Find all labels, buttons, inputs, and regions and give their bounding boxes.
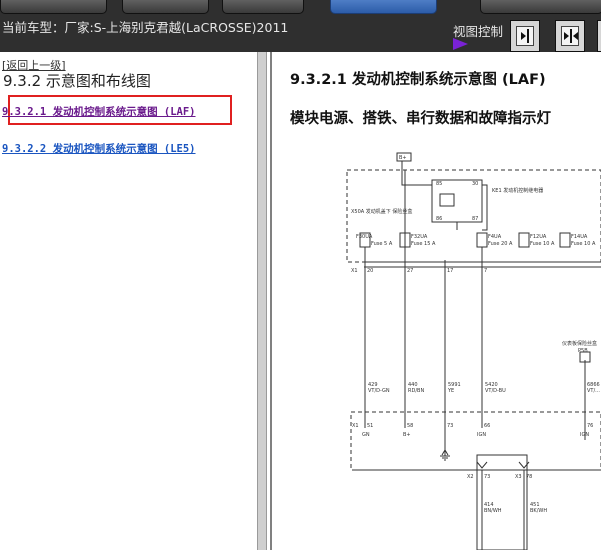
pane-splitter[interactable]	[257, 52, 267, 550]
wire-color: YE	[447, 388, 454, 394]
lower-connector: X2	[467, 474, 474, 480]
relay-pin-30: 30	[472, 181, 478, 187]
current-vehicle: 当前车型：厂家:S-上海别克君越(LaCROSSE)2011	[2, 20, 289, 35]
connector-pin: 27	[407, 268, 413, 274]
toolbar-tab-2[interactable]	[122, 0, 209, 14]
ecm-connector: X1	[352, 423, 359, 429]
fuse-spec: Fuse 5 A	[371, 241, 393, 247]
fuse-spec: Fuse 15 A	[411, 241, 436, 247]
lower-pin: 73	[484, 474, 490, 480]
toc-item-laf[interactable]: 9.3.2.1 发动机控制系统示意图 (LAF)	[2, 104, 196, 119]
fuse-spec: Fuse 10 A	[571, 241, 596, 247]
toc-panel	[0, 52, 258, 550]
arrow-right-bar-icon	[521, 29, 529, 43]
battery-label: B+	[399, 155, 407, 161]
toolbar-tab-active[interactable]	[330, 0, 437, 14]
relay-pin-87: 87	[472, 216, 478, 222]
right-pin-name: IGN	[580, 432, 589, 438]
lower-wire-color: BK/WH	[530, 508, 547, 514]
ecm-pin: 73	[447, 423, 453, 429]
view-extra-button[interactable]	[597, 20, 601, 52]
top-toolbar: 当前车型：厂家:S-上海别克君越(LaCROSSE)2011 视图控制	[0, 0, 601, 52]
fuse-name: F30UA	[356, 234, 373, 240]
lower-wire-color: BN/WH	[484, 508, 502, 514]
wire-color: RD/BN	[408, 388, 424, 394]
ecm-pin-name: IGN	[477, 432, 486, 438]
fuse-name: F14UA	[571, 234, 588, 240]
view-single-pane-button[interactable]	[510, 20, 540, 52]
connector-pin: 7	[484, 268, 487, 274]
fuse-block-label: X50A 发动机盖下 保险丝盒	[351, 208, 412, 215]
split-arrows-icon	[564, 29, 578, 43]
document-subtitle: 模块电源、搭铁、串行数据和故障指示灯	[290, 111, 551, 127]
toolbar-tab-5[interactable]	[480, 0, 601, 14]
relay-pin-86: 86	[436, 216, 442, 222]
fuse-name: F32UA	[411, 234, 428, 240]
toc-item-le5[interactable]: 9.3.2.2 发动机控制系统示意图 (LE5)	[2, 141, 196, 156]
connector-pin: 20	[367, 268, 373, 274]
lower-pin: 78	[526, 474, 532, 480]
play-icon[interactable]	[453, 38, 468, 50]
relay-pin-85: 85	[436, 181, 442, 187]
right-pin: 76	[587, 423, 593, 429]
ecm-pin-name: GN	[362, 432, 370, 438]
wiring-diagram: B+ 85 30 86 87 KE1 发动机控制继电器 X50A 发动机盖下 保…	[346, 152, 601, 550]
connector-label: X1	[351, 268, 358, 274]
document-title: 9.3.2.1 发动机控制系统示意图 (LAF)	[290, 72, 546, 88]
lower-pin: X3	[515, 474, 522, 480]
fuse-spec: Fuse 20 A	[488, 241, 513, 247]
view-split-pane-button[interactable]	[555, 20, 585, 52]
wire-color: VT/D-GN	[368, 388, 390, 394]
section-heading: 9.3.2 示意图和布线图	[3, 72, 151, 90]
fuse-name: F4UA	[488, 234, 502, 240]
fuse-spec: Fuse 10 A	[530, 241, 555, 247]
connector-pin: 17	[447, 268, 453, 274]
wire-color: VT/D-BU	[485, 388, 506, 394]
relay-label: KE1 发动机控制继电器	[492, 187, 543, 194]
ecm-outline	[350, 411, 601, 471]
relay-coil	[439, 193, 455, 207]
toolbar-tab-1[interactable]	[0, 0, 107, 14]
fuse-name: F12UA	[530, 234, 547, 240]
toolbar-tab-3[interactable]	[222, 0, 304, 14]
ecm-pin: 51	[367, 423, 373, 429]
right-connector-label: 仪表板保险丝盒	[562, 340, 597, 347]
right-connector: P5B	[578, 348, 588, 354]
ecm-pin-name: B+	[403, 432, 411, 438]
ecm-pin: 58	[407, 423, 413, 429]
right-wire-color: VT/...	[587, 388, 600, 394]
ecm-pin: 66	[484, 423, 490, 429]
